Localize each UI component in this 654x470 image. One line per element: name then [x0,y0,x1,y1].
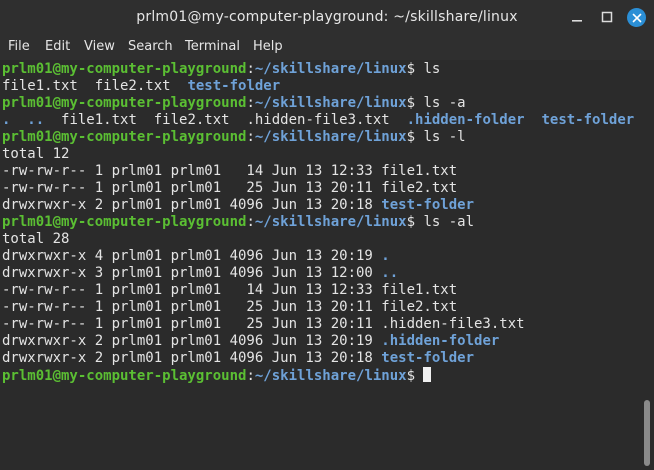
output-text: drwxrwxr-x 2 prlm01 prlm01 4096 Jun 13 2… [2,197,382,213]
output-text: file1.txt file2.txt [2,78,188,94]
terminal-line: prlm01@my-computer-playground:~/skillsha… [2,367,634,384]
directory-name: test-folder [187,78,281,94]
menu-bar: File Edit View Search Terminal Help [0,34,654,60]
output-text: drwxrwxr-x 2 prlm01 prlm01 4096 Jun 13 2… [2,333,382,349]
output-text: -rw-rw-r-- 1 prlm01 prlm01 25 Jun 13 20:… [2,316,525,332]
terminal-line: . .. file1.txt file2.txt .hidden-file3.t… [2,112,634,129]
prompt-symbol: $ [406,214,424,230]
menu-search[interactable]: Search [128,34,173,60]
terminal-line: total 12 [2,146,634,163]
output-text: total 12 [2,146,70,162]
terminal-line: -rw-rw-r-- 1 prlm01 prlm01 14 Jun 13 12:… [2,163,634,180]
terminal-output: prlm01@my-computer-playground:~/skillsha… [2,61,634,384]
directory-name: test-folder [541,112,635,128]
prompt-path: ~/skillshare/linux [254,95,407,111]
scrollbar-thumb[interactable] [644,400,650,466]
prompt-symbol: $ [406,61,424,77]
terminal-line: prlm01@my-computer-playground:~/skillsha… [2,95,634,112]
prompt-separator: : [246,214,255,230]
terminal-line: file1.txt file2.txt test-folder [2,78,634,95]
prompt-user-host: prlm01@my-computer-playground [2,129,247,145]
terminal-line: -rw-rw-r-- 1 prlm01 prlm01 25 Jun 13 20:… [2,299,634,316]
directory-name: test-folder [381,350,475,366]
directory-name: .hidden-folder [406,112,525,128]
prompt-user-host: prlm01@my-computer-playground [2,214,247,230]
terminal-line: prlm01@my-computer-playground:~/skillsha… [2,214,634,231]
scrollbar[interactable] [640,60,654,470]
output-text: drwxrwxr-x 3 prlm01 prlm01 4096 Jun 13 1… [2,265,382,281]
prompt-separator: : [246,95,255,111]
terminal-line: -rw-rw-r-- 1 prlm01 prlm01 25 Jun 13 20:… [2,316,634,333]
output-text: drwxrwxr-x 4 prlm01 prlm01 4096 Jun 13 2… [2,248,382,264]
directory-name: .hidden-folder [381,333,500,349]
prompt-user-host: prlm01@my-computer-playground [2,95,247,111]
directory-name: .. [27,112,45,128]
output-text: total 28 [2,231,70,247]
prompt-separator: : [246,368,255,384]
output-text: -rw-rw-r-- 1 prlm01 prlm01 25 Jun 13 20:… [2,180,458,196]
terminal-line: -rw-rw-r-- 1 prlm01 prlm01 25 Jun 13 20:… [2,180,634,197]
output-text: ls -al [423,214,475,230]
terminal-output-area[interactable]: prlm01@my-computer-playground:~/skillsha… [0,60,640,470]
terminal-line: drwxrwxr-x 4 prlm01 prlm01 4096 Jun 13 2… [2,248,634,265]
close-button[interactable] [627,8,646,27]
prompt-path: ~/skillshare/linux [254,129,407,145]
text-cursor [423,367,432,382]
maximize-icon [601,11,613,23]
output-text: ls [423,61,441,77]
prompt-user-host: prlm01@my-computer-playground [2,61,247,77]
maximize-button[interactable] [598,8,616,26]
terminal-window: prlm01@my-computer-playground: ~/skillsh… [0,0,654,470]
output-text: -rw-rw-r-- 1 prlm01 prlm01 14 Jun 13 12:… [2,282,458,298]
output-text: -rw-rw-r-- 1 prlm01 prlm01 25 Jun 13 20:… [2,299,458,315]
minimize-icon [572,20,582,22]
directory-name: test-folder [381,197,475,213]
terminal-line: drwxrwxr-x 3 prlm01 prlm01 4096 Jun 13 1… [2,265,634,282]
output-text: -rw-rw-r-- 1 prlm01 prlm01 14 Jun 13 12:… [2,163,458,179]
prompt-separator: : [246,129,255,145]
terminal-line: drwxrwxr-x 2 prlm01 prlm01 4096 Jun 13 2… [2,350,634,367]
prompt-separator: : [246,61,255,77]
prompt-path: ~/skillshare/linux [254,368,407,384]
menu-help[interactable]: Help [253,34,283,60]
title-bar[interactable]: prlm01@my-computer-playground: ~/skillsh… [0,0,654,34]
terminal-line: drwxrwxr-x 2 prlm01 prlm01 4096 Jun 13 2… [2,197,634,214]
prompt-symbol: $ [406,95,424,111]
prompt-symbol: $ [406,129,424,145]
window-title: prlm01@my-computer-playground: ~/skillsh… [136,9,518,25]
terminal-line: -rw-rw-r-- 1 prlm01 prlm01 14 Jun 13 12:… [2,282,634,299]
terminal-line: prlm01@my-computer-playground:~/skillsha… [2,129,634,146]
minimize-button[interactable] [568,8,586,26]
menu-file[interactable]: File [8,34,30,60]
prompt-path: ~/skillshare/linux [254,214,407,230]
output-text: drwxrwxr-x 2 prlm01 prlm01 4096 Jun 13 2… [2,350,382,366]
prompt-user-host: prlm01@my-computer-playground [2,368,247,384]
output-text: file1.txt file2.txt .hidden-file3.txt [44,112,407,128]
prompt-symbol: $ [406,368,424,384]
terminal-line: prlm01@my-computer-playground:~/skillsha… [2,61,634,78]
menu-terminal[interactable]: Terminal [185,34,240,60]
close-icon [632,13,641,22]
directory-name: . [381,248,390,264]
output-text: ls -a [423,95,466,111]
terminal-line: total 28 [2,231,634,248]
menu-view[interactable]: View [84,34,115,60]
prompt-path: ~/skillshare/linux [254,61,407,77]
menu-edit[interactable]: Edit [45,34,70,60]
terminal-line: drwxrwxr-x 2 prlm01 prlm01 4096 Jun 13 2… [2,333,634,350]
output-text: ls -l [423,129,466,145]
directory-name: .. [381,265,399,281]
